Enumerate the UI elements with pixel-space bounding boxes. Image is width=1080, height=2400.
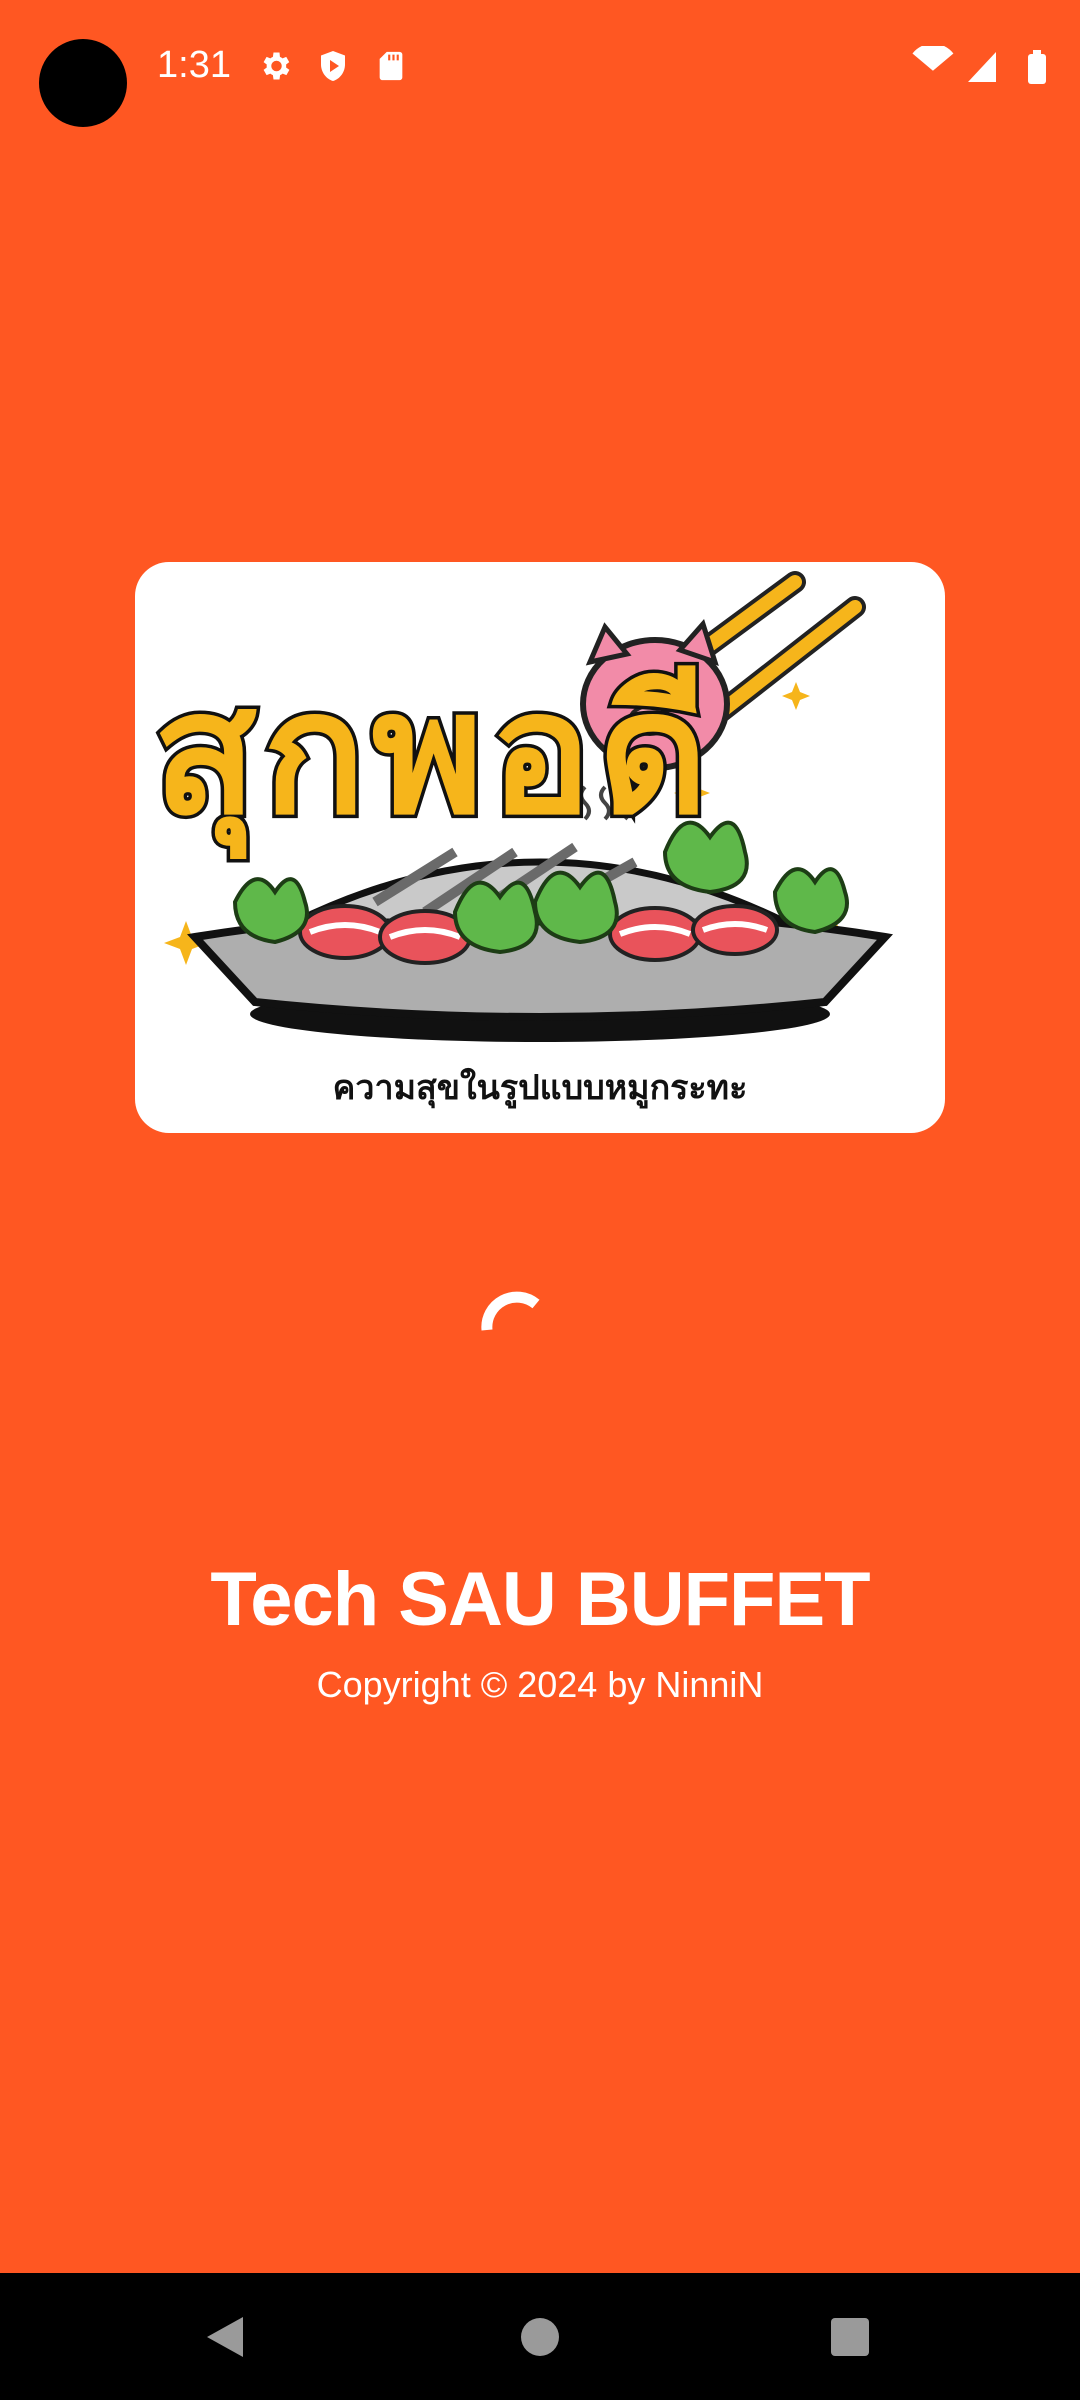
logo-caption: ความสุขในรูปแบบหมูกระทะ: [332, 1068, 748, 1108]
sd-card-icon: [374, 48, 408, 89]
back-button[interactable]: [145, 2273, 305, 2400]
status-right-icons: [910, 43, 1060, 95]
copyright-text: Copyright © 2024 by NinniN: [316, 1664, 764, 1705]
loading-spinner: [481, 1291, 540, 1331]
recents-icon: [831, 2317, 869, 2356]
navigation-bar: [0, 2273, 1080, 2400]
logo-title: สุกพอดี: [153, 655, 714, 859]
battery-icon: [1028, 50, 1046, 84]
logo-card: สุกพอดี ความสุขในรูปแบบหมูกระทะ: [135, 562, 945, 1133]
logo-illustration: สุกพอดี: [150, 571, 894, 1042]
signal-icon: [968, 52, 996, 82]
shield-play-icon: [315, 48, 351, 89]
grill-pan-icon: [186, 842, 894, 1042]
settings-icon: [257, 48, 293, 89]
camera-cutout: [39, 39, 127, 127]
app-title: Tech SAU BUFFET: [210, 1557, 870, 1642]
home-button[interactable]: [460, 2273, 620, 2400]
recents-button[interactable]: [770, 2273, 930, 2400]
status-bar: 1:31: [0, 0, 1080, 140]
home-icon: [521, 2317, 559, 2356]
wifi-icon: [912, 43, 954, 71]
status-time: 1:31: [157, 44, 231, 86]
back-icon: [207, 2316, 243, 2357]
